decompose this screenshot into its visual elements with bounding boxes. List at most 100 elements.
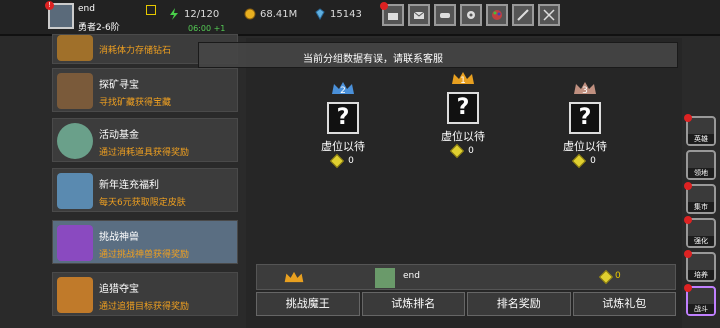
sword-2-button[interactable] — [538, 4, 560, 26]
side-button-market[interactable]: 集市 — [684, 182, 716, 214]
rank-value: 0 — [418, 143, 508, 159]
mission-item[interactable]: 活动基金 通过消耗道具获得奖励 — [52, 118, 238, 162]
player-name: end — [78, 4, 95, 14]
unknown-avatar: ? — [447, 92, 479, 124]
shop-button[interactable] — [380, 2, 404, 26]
svg-text:1: 1 — [460, 76, 466, 86]
rank-slot-1[interactable]: 1 ? 虚位以待 0 — [418, 70, 508, 159]
stamina-timer: 06:00 +1 — [188, 24, 226, 33]
gem-icon — [572, 153, 587, 169]
mission-item[interactable]: 新年连充福利 每天6元获取限定皮肤 — [52, 168, 238, 212]
rank-slot-3[interactable]: 3 ? 虚位以待 0 — [540, 80, 630, 169]
money-bag-icon — [57, 123, 93, 159]
gear-icon — [467, 11, 475, 19]
side-button-hero[interactable]: 英雄 — [684, 114, 716, 146]
gem-icon — [330, 153, 345, 169]
rank-value: 0 — [298, 153, 388, 169]
mission-desc: 消耗体力存储钻石 — [99, 46, 172, 56]
tooltip-message: 当前分组数据有误，请联系客服 — [303, 54, 443, 65]
gem-value: 15143 — [330, 8, 362, 20]
side-button-territory[interactable]: 领地 — [686, 150, 716, 180]
sword-2-icon — [543, 9, 555, 21]
side-button-label: 集市 — [688, 202, 714, 212]
svg-text:3: 3 — [582, 86, 588, 96]
my-avatar — [375, 268, 395, 288]
notification-dot — [684, 114, 692, 122]
sword-icon — [517, 9, 529, 21]
crown-icon — [284, 271, 304, 283]
shop-icon — [388, 13, 398, 20]
lightning-icon — [170, 8, 178, 20]
notification-dot — [684, 216, 692, 224]
side-button-label: 英雄 — [688, 134, 714, 144]
gamepad-button[interactable] — [434, 4, 456, 26]
stamina-stat: 12/120 — [168, 8, 219, 20]
gem-stat: 15143 — [314, 8, 362, 20]
tab-trial-ranking[interactable]: 试炼排名 — [361, 292, 465, 316]
notification-dot — [684, 250, 692, 258]
unknown-avatar: ? — [569, 102, 601, 134]
my-name: end — [403, 271, 420, 281]
mission-title: 活动基金 — [99, 130, 139, 141]
rank-slot-2[interactable]: 2 ? 虚位以待 0 — [298, 80, 388, 169]
tab-rank-rewards[interactable]: 排名奖励 — [467, 292, 571, 316]
mission-icon — [57, 35, 93, 61]
player-rank: 勇者2-6阶 — [78, 23, 120, 33]
sword-button[interactable] — [512, 4, 534, 26]
mail-button[interactable] — [408, 4, 430, 26]
side-button-label: 培养 — [688, 270, 714, 280]
unknown-avatar: ? — [327, 102, 359, 134]
mission-title: 新年连充福利 — [99, 180, 159, 191]
mission-desc: 寻找矿藏获得宝藏 — [99, 98, 172, 108]
gem-icon — [450, 143, 465, 159]
mission-title: 挑战神兽 — [99, 232, 139, 243]
treasure-chest-icon — [57, 73, 93, 109]
error-tooltip: 当前分组数据有误，请联系客服 — [198, 42, 678, 68]
palette-button[interactable] — [486, 4, 508, 26]
bottom-tabs: 挑战魔王 试炼排名 排名奖励 试炼礼包 — [256, 292, 676, 316]
side-button-label: 领地 — [688, 168, 714, 178]
purple-crystal-icon — [57, 225, 93, 261]
diamond-icon — [315, 8, 325, 20]
mission-desc: 每天6元获取限定皮肤 — [99, 198, 186, 208]
rank-value: 0 — [540, 153, 630, 169]
mission-item-selected[interactable]: 挑战神兽 通过挑战神兽获得奖励 — [52, 220, 238, 264]
tab-challenge-boss[interactable]: 挑战魔王 — [256, 292, 360, 316]
side-button-battle[interactable]: 战斗 — [684, 284, 716, 316]
side-button-label: 强化 — [688, 236, 714, 246]
player-avatar[interactable]: ! — [45, 1, 74, 29]
notification-dot — [684, 284, 692, 292]
side-button-train[interactable]: 培养 — [684, 250, 716, 282]
mission-title: 探矿寻宝 — [99, 80, 139, 91]
svg-text:2: 2 — [340, 86, 346, 96]
coin-icon — [244, 8, 256, 20]
my-rank-bar: end 0 — [256, 264, 676, 290]
side-button-label: 战斗 — [688, 304, 714, 314]
top-bar: ! end 勇者2-6阶 12/120 06:00 +1 68.41M 1514… — [0, 0, 720, 36]
rank-name: 虚位以待 — [321, 140, 365, 153]
my-value: 0 — [615, 271, 621, 281]
gamepad-icon — [440, 13, 450, 18]
mission-desc: 通过挑战神兽获得奖励 — [99, 250, 190, 260]
settings-button[interactable] — [460, 4, 482, 26]
crown-icon: 1 — [452, 72, 474, 86]
palette-icon — [492, 10, 502, 20]
ice-crystal-icon — [57, 173, 93, 209]
crown-icon: 2 — [332, 82, 354, 96]
mission-desc: 通过追猎目标获得奖励 — [99, 302, 190, 312]
edit-icon[interactable] — [146, 5, 156, 15]
stamina-value: 12/120 — [184, 8, 220, 20]
gold-value: 68.41M — [260, 8, 298, 20]
tab-trial-pack[interactable]: 试炼礼包 — [572, 292, 676, 316]
mission-desc: 通过消耗道具获得奖励 — [99, 148, 190, 158]
rank-name: 虚位以待 — [563, 140, 607, 153]
treasure-icon — [57, 277, 93, 313]
notification-dot — [684, 182, 692, 190]
gold-stat: 68.41M — [244, 8, 297, 20]
mission-item[interactable]: 探矿寻宝 寻找矿藏获得宝藏 — [52, 68, 238, 112]
mission-item[interactable]: 追猎夺宝 通过追猎目标获得奖励 — [52, 272, 238, 316]
gem-icon — [598, 269, 614, 285]
rank-name: 虚位以待 — [441, 130, 485, 143]
side-button-enhance[interactable]: 强化 — [684, 216, 716, 248]
mail-icon — [413, 11, 425, 19]
